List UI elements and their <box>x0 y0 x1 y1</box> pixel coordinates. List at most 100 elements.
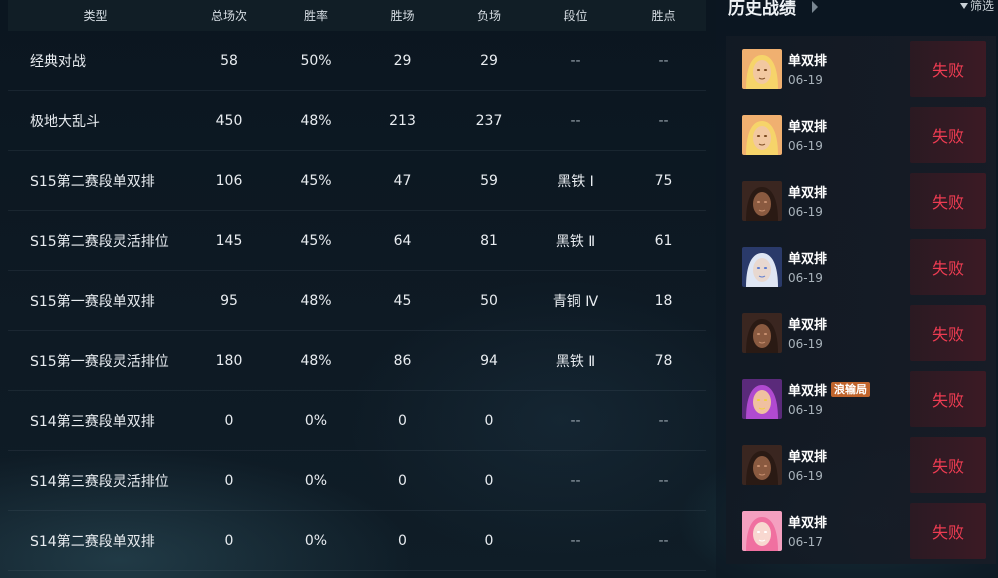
match-card[interactable]: 单双排 06-19 失败 <box>726 432 996 498</box>
match-badge: 浪输局 <box>831 382 871 397</box>
match-result: 失败 <box>910 173 986 229</box>
champion-avatar <box>742 49 782 89</box>
chevron-right-icon[interactable] <box>812 1 818 13</box>
match-card[interactable]: 单双排 06-19 失败 <box>726 102 996 168</box>
cell-rate: 48% <box>300 292 332 309</box>
table-row[interactable]: S14第三赛段灵活排位 0 0% 0 0 -- -- <box>8 451 706 511</box>
cell-total: 0 <box>224 472 234 489</box>
match-mode-label: 单双排 <box>788 186 828 201</box>
table-row[interactable]: S15第二赛段单双排 106 45% 47 59 黑铁 Ⅰ 75 <box>8 151 706 211</box>
table-row[interactable]: S14第三赛段单双排 0 0% 0 0 -- -- <box>8 391 706 451</box>
match-mode-label: 单双排 <box>788 54 828 69</box>
table-row[interactable]: 经典对战 58 50% 29 29 -- -- <box>8 31 706 91</box>
match-mode: 单双排 <box>788 182 827 201</box>
match-mode: 单双排 <box>788 446 827 465</box>
cell-rank: -- <box>570 412 581 429</box>
cell-rank: 黑铁 Ⅱ <box>555 233 596 250</box>
cell-type: S15第一赛段灵活排位 <box>30 353 169 370</box>
cell-losses: 0 <box>484 412 494 429</box>
cell-points: 61 <box>654 232 673 249</box>
match-mode: 单双排 <box>788 248 827 267</box>
cell-rate: 0% <box>304 472 328 489</box>
cell-rank: -- <box>570 112 581 129</box>
table-row[interactable]: S15第一赛段单双排 95 48% 45 50 青铜 Ⅳ 18 <box>8 271 706 331</box>
match-mode: 单双排 <box>788 512 827 531</box>
match-date: 06-19 <box>788 139 823 153</box>
cell-rank: 黑铁 Ⅱ <box>555 353 596 370</box>
cell-type: S14第二赛段单双排 <box>30 533 155 550</box>
match-card[interactable]: 单双排 06-19 失败 <box>726 234 996 300</box>
cell-wins: 45 <box>393 292 412 309</box>
cell-wins: 86 <box>393 352 412 369</box>
match-mode-label: 单双排 <box>788 120 828 135</box>
match-mode-label: 单双排 <box>788 450 828 465</box>
match-mode: 单双排 <box>788 314 827 333</box>
cell-wins: 0 <box>398 532 407 549</box>
history-title[interactable]: 历史战绩 <box>728 0 796 19</box>
champion-avatar <box>742 445 782 485</box>
header-points: 胜点 <box>651 9 676 23</box>
cell-type: S14第三赛段灵活排位 <box>30 473 169 490</box>
cell-type: 经典对战 <box>30 53 86 70</box>
champion-avatar <box>742 247 782 287</box>
cell-losses: 59 <box>480 172 498 189</box>
cell-rank: 青铜 Ⅳ <box>552 293 599 310</box>
match-mode-label: 单双排 <box>788 516 828 531</box>
cell-losses: 0 <box>484 472 494 489</box>
cell-points: -- <box>658 472 669 489</box>
match-result: 失败 <box>910 41 986 97</box>
cell-rank: 黑铁 Ⅰ <box>557 173 594 190</box>
match-card[interactable]: 单双排 06-19 失败 <box>726 300 996 366</box>
cell-type: 极地大乱斗 <box>30 113 100 130</box>
match-history-panel: 历史战绩 筛选 单双排 06-19 失败 单双排 06-19 失败 单双排 06-19 失败 单双… <box>716 0 998 578</box>
table-row[interactable]: 极地大乱斗 450 48% 213 237 -- -- <box>8 91 706 151</box>
cell-wins: 213 <box>389 112 416 129</box>
table-row[interactable]: S15第一赛段灵活排位 180 48% 86 94 黑铁 Ⅱ 78 <box>8 331 706 391</box>
match-date: 06-19 <box>788 73 823 87</box>
header-total: 总场次 <box>210 9 247 23</box>
cell-wins: 64 <box>393 232 412 249</box>
table-row[interactable]: S14第二赛段单双排 0 0% 0 0 -- -- <box>8 511 706 571</box>
match-card[interactable]: 单双排 06-19 失败 <box>726 36 996 102</box>
cell-wins: 0 <box>398 412 407 429</box>
cell-total: 0 <box>224 532 234 549</box>
cell-total: 145 <box>215 232 243 249</box>
champion-avatar <box>742 181 782 221</box>
cell-rate: 48% <box>300 352 332 369</box>
cell-rate: 0% <box>304 412 328 429</box>
match-result: 失败 <box>910 107 986 163</box>
table-row[interactable]: S15第二赛段灵活排位 145 45% 64 81 黑铁 Ⅱ 61 <box>8 211 706 271</box>
cell-wins: 0 <box>398 472 407 489</box>
match-card[interactable]: 单双排 06-19 失败 <box>726 168 996 234</box>
match-date: 06-17 <box>788 535 823 549</box>
match-result: 失败 <box>910 437 986 493</box>
match-result: 失败 <box>910 503 986 559</box>
header-rate: 胜率 <box>303 9 328 23</box>
cell-total: 0 <box>224 412 234 429</box>
filter-button[interactable]: 筛选 <box>959 0 994 14</box>
champion-avatar <box>742 379 782 419</box>
cell-points: 18 <box>654 292 673 309</box>
cell-rate: 50% <box>300 52 332 69</box>
cell-type: S15第一赛段单双排 <box>30 293 155 310</box>
stats-table: 类型 总场次 胜率 胜场 负场 段位 胜点 经典对战 58 50% 29 29 -- -- 极… <box>8 0 706 578</box>
cell-wins: 29 <box>393 52 412 69</box>
cell-losses: 50 <box>480 292 498 309</box>
cell-total: 95 <box>220 292 238 309</box>
filter-label: 筛选 <box>969 0 994 13</box>
match-result: 失败 <box>910 371 986 427</box>
cell-losses: 0 <box>484 532 494 549</box>
cell-losses: 81 <box>480 232 498 249</box>
cell-rank: -- <box>570 472 581 489</box>
match-mode-label: 单双排 <box>788 384 828 399</box>
match-card[interactable]: 单双排 06-17 失败 <box>726 498 996 564</box>
cell-losses: 29 <box>480 52 498 69</box>
match-date: 06-19 <box>788 469 823 483</box>
cell-rate: 0% <box>304 532 328 549</box>
cell-points: -- <box>658 52 669 69</box>
cell-losses: 237 <box>475 112 503 129</box>
match-card[interactable]: 单双排 浪输局 06-19 失败 <box>726 366 996 432</box>
match-result: 失败 <box>910 305 986 361</box>
champion-avatar <box>742 511 782 551</box>
cell-total: 58 <box>220 52 238 69</box>
